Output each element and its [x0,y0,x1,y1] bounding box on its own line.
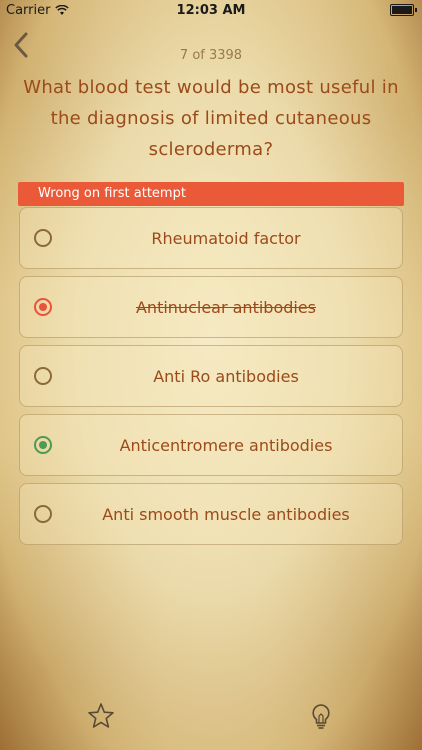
answer-option-5[interactable]: Anti smooth muscle antibodies [19,483,403,545]
status-bar: Carrier 12:03 AM [0,0,422,22]
star-icon [88,703,114,728]
answer-option-4[interactable]: Anticentromere antibodies [19,414,403,476]
answer-label: Rheumatoid factor [151,228,301,248]
answer-label: Antinuclear antibodies [135,297,317,317]
favorite-button[interactable] [87,702,115,730]
battery-icon [390,4,417,16]
wrong-attempt-banner: Wrong on first attempt [18,182,404,206]
radio-selected-wrong-icon [34,298,52,316]
radio-icon [34,367,52,385]
status-right [390,4,417,16]
answer-option-2[interactable]: Antinuclear antibodies [19,276,403,338]
question-text: What blood test would be most useful in … [23,77,399,160]
answer-options: Rheumatoid factor Antinuclear antibodies… [19,207,403,552]
answer-label: Anti smooth muscle antibodies [102,504,350,524]
answer-option-1[interactable]: Rheumatoid factor [19,207,403,269]
radio-icon [34,505,52,523]
answer-option-3[interactable]: Anti Ro antibodies [19,345,403,407]
radio-selected-correct-icon [34,436,52,454]
hint-button[interactable] [307,702,335,730]
radio-icon [34,229,52,247]
lightbulb-icon [312,704,330,729]
question-counter: 7 of 3398 [179,48,243,63]
answer-label: Anti Ro antibodies [153,366,299,386]
status-time: 12:03 AM [176,3,246,18]
answer-label: Anticentromere antibodies [119,435,333,455]
